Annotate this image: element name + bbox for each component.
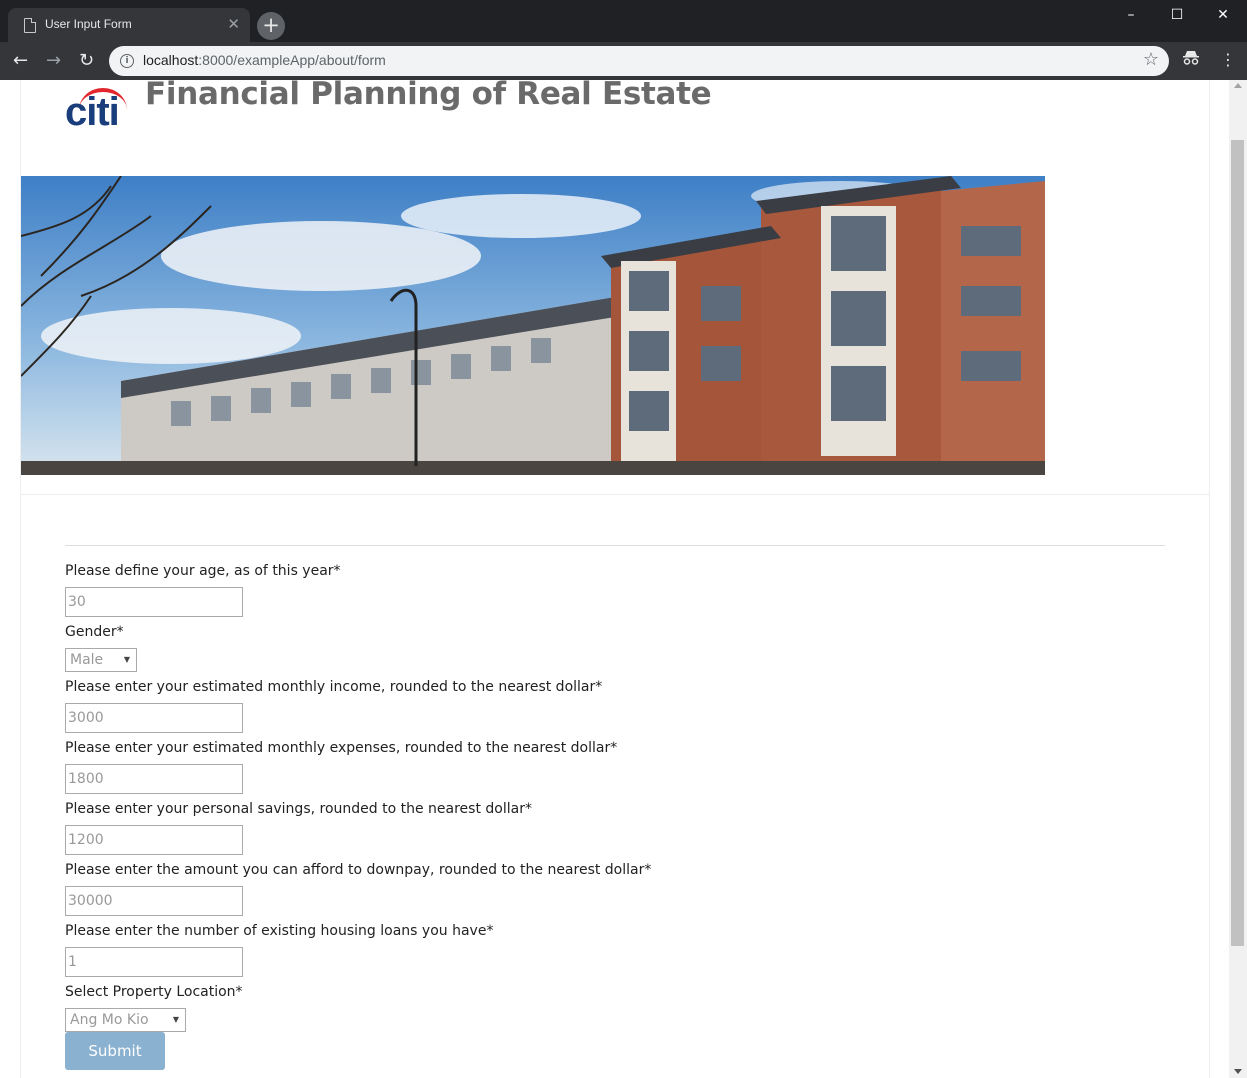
maximize-button[interactable]: ☐ [1154, 0, 1200, 32]
form-divider [65, 545, 1165, 546]
scroll-up-arrow-icon[interactable] [1234, 83, 1242, 88]
scrollbar-thumb[interactable] [1231, 140, 1244, 946]
menu-kebab-icon[interactable]: ⋮ [1220, 50, 1236, 69]
back-arrow-icon[interactable]: ← [13, 50, 28, 71]
reload-icon[interactable]: ↻ [79, 50, 94, 71]
user-input-form: Please define your age, as of this year*… [65, 556, 965, 1070]
income-label: Please enter your estimated monthly inco… [65, 679, 603, 695]
tab-title: User Input Form [45, 17, 132, 31]
url-path: :8000/exampleApp/about/form [198, 52, 386, 68]
downpay-input[interactable] [65, 886, 243, 916]
property-location-label: Select Property Location* [65, 984, 243, 1000]
page-container: citi Financial Planning of Real Estate P… [20, 80, 1210, 1078]
age-input[interactable] [65, 587, 243, 617]
address-bar[interactable]: i localhost:8000/exampleApp/about/form ☆ [109, 46, 1169, 76]
banner-image [21, 176, 1045, 475]
url-text[interactable]: localhost:8000/exampleApp/about/form [143, 52, 386, 68]
housing-loans-label: Please enter the number of existing hous… [65, 923, 494, 939]
income-input[interactable] [65, 703, 243, 733]
document-icon [24, 18, 36, 33]
close-window-button[interactable]: ✕ [1200, 0, 1246, 32]
page-viewport: citi Financial Planning of Real Estate P… [0, 80, 1229, 1078]
site-info-icon[interactable]: i [120, 54, 134, 68]
downpay-label: Please enter the amount you can afford t… [65, 862, 652, 878]
gender-label: Gender* [65, 624, 124, 640]
new-tab-button[interactable]: + [257, 12, 285, 40]
dropdown-caret-icon: ▼ [172, 1015, 179, 1024]
page-title: Financial Planning of Real Estate [145, 80, 712, 112]
property-location-select[interactable]: Ang Mo Kio ▼ [65, 1008, 186, 1032]
age-label: Please define your age, as of this year* [65, 563, 341, 579]
tab-close-icon[interactable]: ✕ [227, 15, 240, 33]
gender-select-value: Male [70, 652, 104, 668]
dropdown-caret-icon: ▼ [123, 655, 130, 664]
minimize-button[interactable]: – [1108, 0, 1154, 32]
browser-toolbar: ← → ↻ i localhost:8000/exampleApp/about/… [0, 42, 1247, 80]
gender-select[interactable]: Male ▼ [65, 648, 137, 672]
bookmark-star-icon[interactable]: ☆ [1143, 49, 1159, 70]
savings-label: Please enter your personal savings, roun… [65, 801, 532, 817]
browser-tab[interactable]: User Input Form ✕ [8, 8, 250, 42]
url-host: localhost [143, 52, 199, 68]
housing-loans-input[interactable] [65, 947, 243, 977]
submit-button[interactable]: Submit [65, 1032, 165, 1070]
incognito-icon[interactable] [1182, 50, 1200, 70]
expenses-label: Please enter your estimated monthly expe… [65, 740, 618, 756]
logo-text: citi [65, 90, 120, 134]
citi-logo: citi [65, 88, 127, 134]
forward-arrow-icon[interactable]: → [46, 50, 61, 71]
browser-titlebar: User Input Form ✕ + – ☐ ✕ [0, 0, 1247, 42]
header-divider [21, 494, 1209, 495]
savings-input[interactable] [65, 825, 243, 855]
property-location-select-value: Ang Mo Kio [70, 1012, 149, 1028]
page-scrollbar[interactable] [1229, 80, 1247, 1078]
expenses-input[interactable] [65, 764, 243, 794]
scroll-down-arrow-icon[interactable] [1234, 1069, 1242, 1074]
